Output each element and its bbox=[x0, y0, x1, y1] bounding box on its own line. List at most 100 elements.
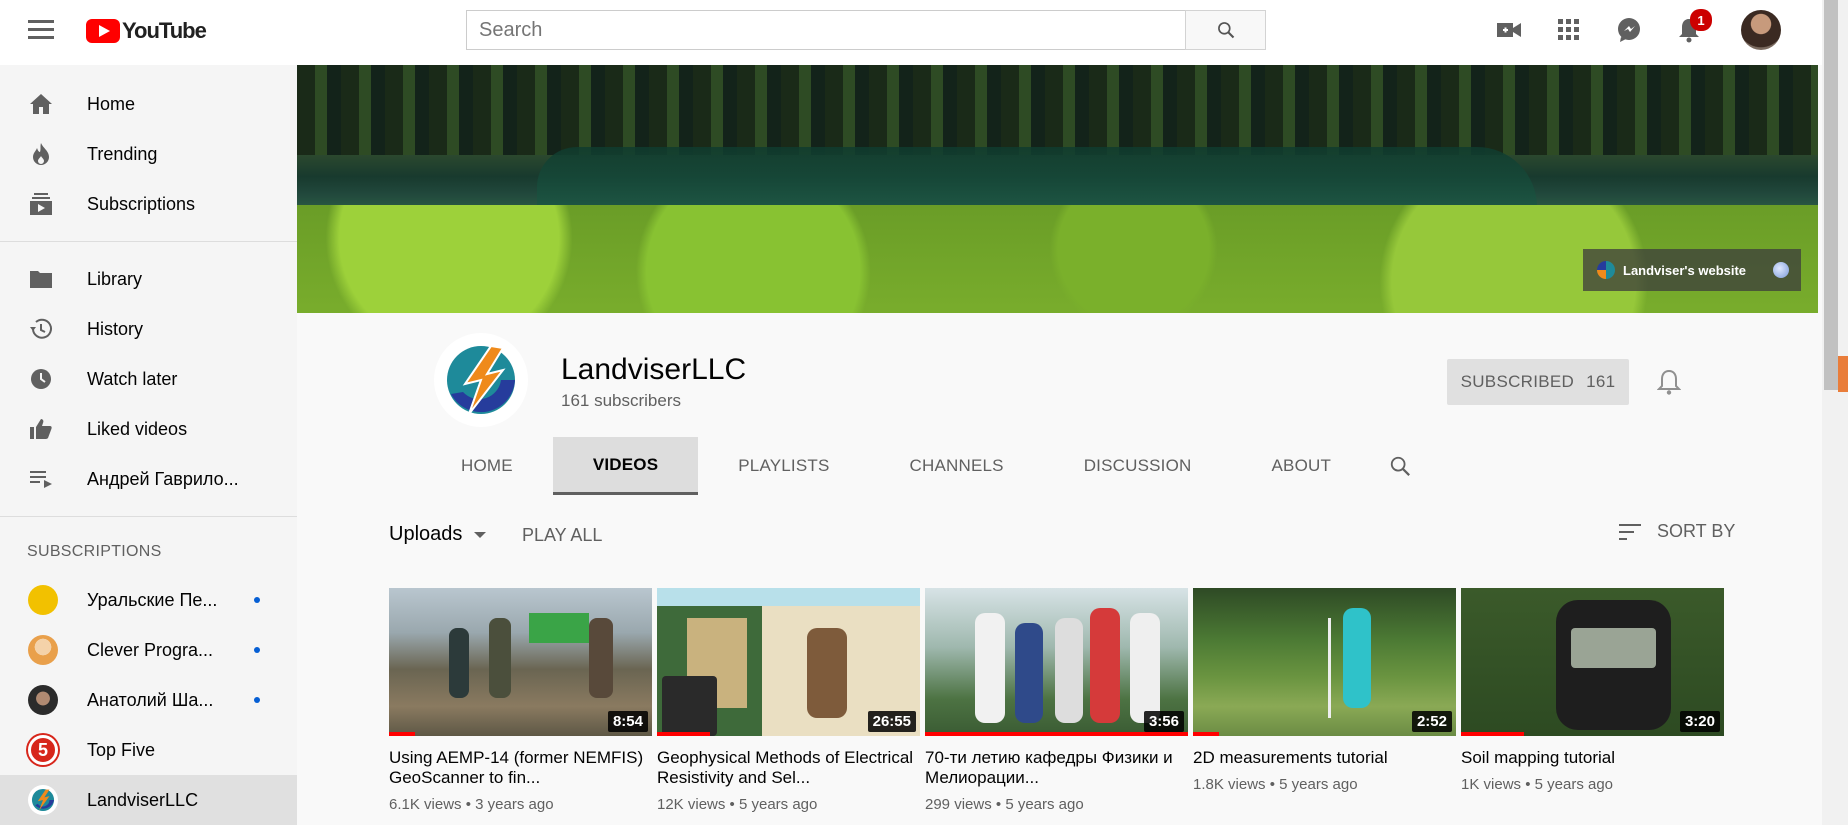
video-thumbnail[interactable]: 3:20 bbox=[1461, 588, 1724, 736]
bell-outline-icon bbox=[1656, 369, 1682, 395]
sidebar-subscription-landviser[interactable]: LandviserLLC bbox=[0, 775, 297, 825]
sidebar-item-liked-videos[interactable]: Liked videos bbox=[0, 404, 297, 454]
main-content: Landviser's website LandviserLLC 161 sub… bbox=[297, 65, 1818, 825]
video-meta: 299 views • 5 years ago bbox=[925, 796, 1188, 813]
tab-about[interactable]: ABOUT bbox=[1232, 437, 1372, 495]
new-content-dot bbox=[254, 597, 260, 603]
thumb-figure bbox=[1130, 613, 1160, 723]
video-title[interactable]: Geophysical Methods of Electrical Resist… bbox=[657, 748, 920, 788]
caret-down-icon bbox=[474, 531, 487, 538]
channel-website-link[interactable]: Landviser's website bbox=[1583, 249, 1801, 291]
menu-icon[interactable] bbox=[28, 20, 54, 40]
channel-notification-bell[interactable] bbox=[1656, 368, 1683, 396]
sidebar-item-home[interactable]: Home bbox=[0, 79, 297, 129]
video-duration: 3:56 bbox=[1143, 711, 1184, 732]
video-card[interactable]: 8:54 Using AEMP-14 (former NEMFIS) GeoSc… bbox=[389, 588, 652, 813]
sidebar-item-trending[interactable]: Trending bbox=[0, 129, 297, 179]
tab-playlists[interactable]: PLAYLISTS bbox=[698, 437, 869, 495]
sidebar-item-playlist[interactable]: Андрей Гаврило... bbox=[0, 454, 297, 504]
video-title[interactable]: Using AEMP-14 (former NEMFIS) GeoScanner… bbox=[389, 748, 652, 788]
scrollbar-thumb[interactable] bbox=[1824, 0, 1838, 390]
sidebar-item-watch-later[interactable]: Watch later bbox=[0, 354, 297, 404]
folder-icon bbox=[28, 266, 54, 292]
uploads-label: Uploads bbox=[389, 523, 463, 545]
search-icon bbox=[1217, 22, 1234, 39]
video-card[interactable]: 26:55 Geophysical Methods of Electrical … bbox=[657, 588, 920, 813]
top-bar: YouTube 1 bbox=[0, 0, 1822, 65]
video-title[interactable]: 2D measurements tutorial bbox=[1193, 748, 1456, 768]
sort-label: SORT BY bbox=[1657, 521, 1736, 541]
sort-icon bbox=[1619, 523, 1641, 540]
sidebar-item-library[interactable]: Library bbox=[0, 254, 297, 304]
video-duration: 3:20 bbox=[1679, 711, 1720, 732]
subscribed-button[interactable]: SUBSCRIBED 161 bbox=[1447, 359, 1629, 405]
thumb-electrode bbox=[1328, 618, 1331, 718]
thumb-figure bbox=[589, 618, 613, 698]
sort-by-button[interactable]: SORT BY bbox=[1619, 521, 1735, 542]
tab-discussion[interactable]: DISCUSSION bbox=[1044, 437, 1232, 495]
chat-bubble-icon bbox=[1613, 14, 1645, 46]
youtube-logo[interactable]: YouTube bbox=[86, 18, 207, 44]
search-input[interactable] bbox=[466, 10, 1185, 50]
sidebar-item-subscriptions[interactable]: Subscriptions bbox=[0, 179, 297, 229]
sidebar-subscription-clever[interactable]: Clever Progra... bbox=[0, 625, 297, 675]
video-thumbnail[interactable]: 3:56 bbox=[925, 588, 1188, 736]
video-title[interactable]: Soil mapping tutorial bbox=[1461, 748, 1724, 768]
video-meta: 1K views • 5 years ago bbox=[1461, 776, 1724, 793]
meta-separator: • bbox=[1269, 776, 1275, 793]
channel-logo[interactable] bbox=[434, 333, 528, 427]
thumb-figure bbox=[449, 628, 469, 698]
subscribed-count: 161 bbox=[1586, 372, 1616, 391]
video-meta: 1.8K views • 5 years ago bbox=[1193, 776, 1456, 793]
sidebar-item-history[interactable]: History bbox=[0, 304, 297, 354]
thumb-device bbox=[662, 676, 717, 736]
video-card[interactable]: 3:56 70-ти летию кафедры Физики и Мелиор… bbox=[925, 588, 1188, 813]
landviser-logo-icon bbox=[447, 344, 515, 415]
video-thumbnail[interactable]: 2:52 bbox=[1193, 588, 1456, 736]
sidebar-item-label: History bbox=[87, 318, 144, 339]
video-views: 12K views bbox=[657, 796, 726, 813]
play-all-button[interactable]: PLAY ALL bbox=[522, 525, 602, 546]
video-grid: 8:54 Using AEMP-14 (former NEMFIS) GeoSc… bbox=[389, 588, 1724, 813]
sidebar-subscription-uralskie[interactable]: Уральские Пе... bbox=[0, 575, 297, 625]
tab-home[interactable]: HOME bbox=[421, 437, 553, 495]
messages-button[interactable] bbox=[1613, 14, 1645, 46]
apps-grid-icon bbox=[1553, 14, 1585, 46]
videos-section: Uploads PLAY ALL SORT BY 8:54 Using AEMP… bbox=[297, 495, 1818, 825]
website-link-label: Landviser's website bbox=[1623, 262, 1747, 278]
video-duration: 26:55 bbox=[867, 711, 916, 732]
search-button[interactable] bbox=[1185, 10, 1266, 50]
video-card[interactable]: 2:52 2D measurements tutorial 1.8K views… bbox=[1193, 588, 1456, 813]
video-thumbnail[interactable]: 26:55 bbox=[657, 588, 920, 736]
thumb-figure bbox=[489, 618, 511, 698]
tab-channels[interactable]: CHANNELS bbox=[870, 437, 1044, 495]
video-title[interactable]: 70-ти летию кафедры Физики и Мелиорации.… bbox=[925, 748, 1188, 788]
uploads-dropdown[interactable]: Uploads bbox=[389, 523, 487, 546]
banner-trees bbox=[297, 65, 1818, 155]
youtube-play-icon bbox=[86, 19, 120, 43]
upload-video-button[interactable] bbox=[1493, 14, 1525, 46]
sidebar-item-label: Library bbox=[87, 268, 143, 289]
channel-search-button[interactable] bbox=[1371, 437, 1429, 495]
thumb-screen bbox=[1571, 628, 1656, 668]
video-age: 5 years ago bbox=[1005, 796, 1084, 813]
sidebar-item-label: Subscriptions bbox=[87, 193, 196, 214]
meta-separator: • bbox=[465, 796, 471, 813]
user-avatar[interactable] bbox=[1741, 10, 1781, 50]
meta-separator: • bbox=[1525, 776, 1531, 793]
channel-header: LandviserLLC 161 subscribers SUBSCRIBED … bbox=[297, 313, 1818, 495]
tab-videos[interactable]: VIDEOS bbox=[552, 437, 699, 495]
thumb-figure bbox=[1090, 608, 1120, 723]
watch-progress-bar bbox=[657, 732, 710, 736]
video-thumbnail[interactable]: 8:54 bbox=[389, 588, 652, 736]
sidebar-subscription-anatoliy[interactable]: Анатолий Ша... bbox=[0, 675, 297, 725]
landviser-link-icon bbox=[1597, 261, 1615, 279]
video-camera-icon bbox=[1493, 14, 1525, 46]
video-duration: 8:54 bbox=[607, 711, 648, 732]
apps-button[interactable] bbox=[1553, 14, 1585, 46]
subscription-label: Уральские Пе... bbox=[87, 589, 218, 610]
channel-name: LandviserLLC bbox=[561, 353, 747, 386]
sidebar-subscription-topfive[interactable]: 5 Top Five bbox=[0, 725, 297, 775]
sidebar-item-label: Watch later bbox=[87, 368, 178, 389]
video-card[interactable]: 3:20 Soil mapping tutorial 1K views • 5 … bbox=[1461, 588, 1724, 813]
